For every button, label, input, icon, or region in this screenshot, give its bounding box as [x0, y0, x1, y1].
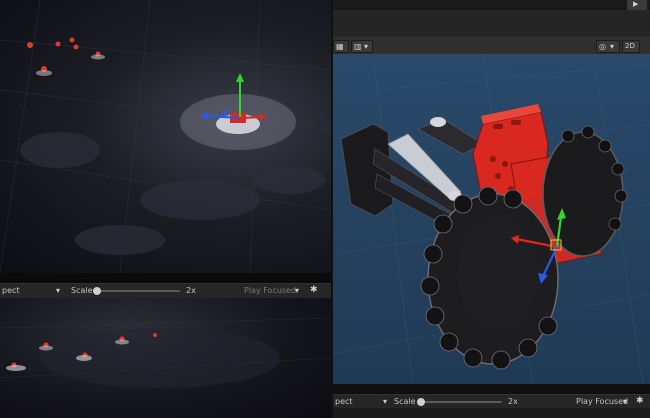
- chevron-down-icon: ▾: [610, 42, 615, 51]
- game-view-top[interactable]: [0, 0, 331, 273]
- play-focused-dropdown[interactable]: Play Focused: [244, 286, 296, 295]
- gizmo-toggle-button[interactable]: ◎ ▾: [596, 40, 620, 53]
- aspect-dropdown[interactable]: pect: [2, 286, 20, 295]
- game-view-toolbar-left: pect ▾ Scale 2x Play Focused ▾ ✱: [0, 283, 331, 299]
- gizmo-icon: ◎: [599, 42, 606, 51]
- game-view-bottom[interactable]: [0, 298, 331, 418]
- editor-bottom-strip: [333, 408, 650, 418]
- chevron-down-icon[interactable]: ▾: [383, 396, 387, 407]
- scale-value: 2x: [508, 397, 518, 406]
- scale-value: 2x: [186, 286, 196, 295]
- terrain-scene-bottom: [0, 317, 331, 388]
- scale-slider[interactable]: [420, 401, 502, 403]
- scene-toolbar: ▦ ▥ ▾ ◎ ▾ 2D: [333, 37, 650, 55]
- play-focused-dropdown[interactable]: Play Focused: [576, 397, 628, 406]
- robot-scene: [333, 54, 650, 384]
- snap-icon: ▥: [354, 42, 362, 51]
- bug-icon[interactable]: ✱: [636, 396, 644, 407]
- 2d-label: 2D: [625, 42, 635, 50]
- chevron-down-icon[interactable]: ▾: [623, 396, 627, 407]
- 2d-mode-button[interactable]: 2D: [622, 40, 640, 53]
- editor-top-bar: ▶: [333, 0, 650, 11]
- scale-slider[interactable]: [96, 290, 180, 292]
- aspect-dropdown[interactable]: pect: [335, 397, 353, 406]
- view-separator-right: [333, 384, 650, 394]
- terrain-scene: [0, 0, 331, 273]
- scale-slider-knob[interactable]: [417, 398, 425, 406]
- chevron-down-icon[interactable]: ▾: [295, 285, 299, 296]
- tool-handle-button[interactable]: ▦: [333, 40, 349, 53]
- chevron-down-icon[interactable]: ▾: [56, 285, 60, 296]
- scene-view[interactable]: [333, 54, 650, 384]
- scale-slider-knob[interactable]: [93, 287, 101, 295]
- bug-icon[interactable]: ✱: [310, 285, 318, 296]
- scale-label: Scale: [394, 397, 416, 406]
- grid-snap-icon: ▦: [336, 42, 344, 51]
- play-icon: ▶: [633, 0, 639, 8]
- view-separator: [0, 273, 331, 283]
- scale-label: Scale: [71, 286, 93, 295]
- chevron-down-icon: ▾: [364, 42, 369, 51]
- snap-settings-button[interactable]: ▥ ▾: [351, 40, 373, 53]
- game-view-toolbar-right: pect ▾ Scale 2x Play Focused ▾ ✱: [333, 394, 650, 409]
- scene-tab-bar: [333, 10, 650, 38]
